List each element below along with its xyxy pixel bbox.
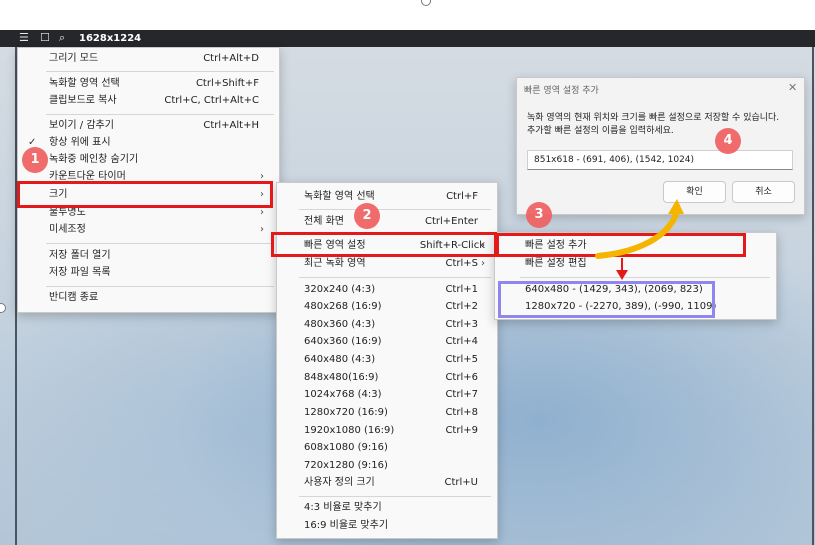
curved-arrow-icon — [595, 211, 679, 259]
arrowhead-icon — [668, 199, 684, 214]
arrowhead-icon — [616, 270, 628, 280]
annotation-arrows — [595, 199, 684, 280]
